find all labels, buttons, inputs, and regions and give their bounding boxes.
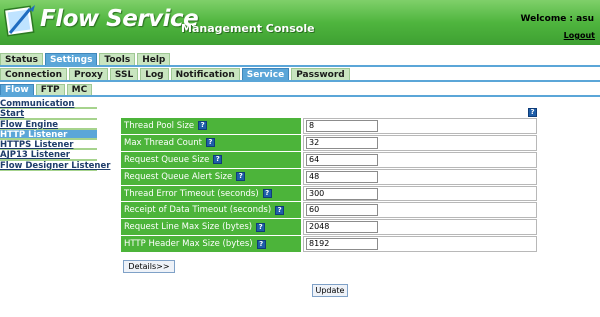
tab-underline (0, 65, 600, 67)
tab-flow[interactable]: Flow (0, 84, 34, 95)
field-label-text: Max Thread Count (124, 137, 202, 148)
form-row: Receipt of Data Timeout (seconds)? 60 (121, 202, 537, 220)
field-label: Request Line Max Size (bytes)? (121, 219, 303, 236)
form-row: Request Queue Size? 64 (121, 151, 537, 169)
field-cell: 48 (303, 168, 537, 185)
sidebar-item-start[interactable]: Start (0, 109, 97, 120)
field-cell: 60 (303, 202, 537, 219)
update-button[interactable]: Update (312, 284, 348, 297)
form-row: Max Thread Count? 32 (121, 134, 537, 152)
field-cell: 2048 (303, 219, 537, 236)
field-cell: 8 (303, 118, 537, 134)
help-icon[interactable]: ? (528, 108, 537, 117)
field-label-text: Receipt of Data Timeout (seconds) (124, 205, 272, 216)
details-button[interactable]: Details>> (123, 260, 175, 273)
field-label-text: Thread Pool Size (124, 120, 195, 131)
max-thread-count-input[interactable]: 32 (306, 136, 378, 149)
sidebar-nav: Communication Start Flow Engine HTTP Lis… (0, 99, 110, 172)
field-label-text: HTTP Header Max Size (bytes) (124, 239, 253, 250)
receipt-of-data-timeout-input[interactable]: 60 (306, 204, 378, 217)
flow-logo-icon (4, 5, 35, 37)
tab-notification[interactable]: Notification (170, 68, 240, 80)
field-label: Receipt of Data Timeout (seconds)? (121, 202, 303, 219)
field-label: Request Queue Size? (121, 151, 303, 168)
field-label-text: Request Queue Alert Size (124, 171, 233, 182)
tab-settings[interactable]: Settings (44, 53, 98, 65)
tab-status[interactable]: Status (0, 53, 43, 65)
welcome-text: Welcome : asu (520, 14, 595, 24)
field-label-text: Request Line Max Size (bytes) (124, 222, 253, 233)
field-cell: 300 (303, 185, 537, 202)
tab-service[interactable]: Service (241, 68, 290, 80)
request-line-max-size-input[interactable]: 2048 (306, 221, 378, 234)
tab-tools[interactable]: Tools (99, 53, 136, 65)
help-icon[interactable]: ? (213, 155, 223, 165)
help-icon[interactable]: ? (236, 172, 246, 182)
form-row: Thread Error Timeout (seconds)? 300 (121, 185, 537, 203)
sidebar-item-flow-designer-listener[interactable]: Flow Designer Listener (0, 161, 110, 172)
request-queue-size-input[interactable]: 64 (306, 153, 378, 166)
tertiary-tabs: Flow FTP MC (0, 84, 94, 95)
primary-tabs: Status Settings Tools Help (0, 53, 172, 65)
tab-password[interactable]: Password (291, 68, 350, 80)
help-icon[interactable]: ? (256, 239, 266, 249)
form-row: HTTP Header Max Size (bytes)? 8192 (121, 236, 537, 254)
tab-ftp[interactable]: FTP (35, 84, 65, 95)
request-queue-alert-size-input[interactable]: 48 (306, 170, 378, 183)
field-cell: 8192 (303, 236, 537, 253)
tab-proxy[interactable]: Proxy (69, 68, 108, 80)
page: Flow Service Management Console Welcome … (0, 0, 600, 317)
tab-connection[interactable]: Connection (0, 68, 68, 80)
field-label: Request Queue Alert Size? (121, 168, 303, 185)
field-label-text: Thread Error Timeout (seconds) (124, 188, 259, 199)
field-cell: 64 (303, 151, 537, 168)
field-label: Max Thread Count? (121, 134, 303, 151)
sidebar-item-communication[interactable]: Communication (0, 99, 97, 110)
tab-ssl[interactable]: SSL (109, 68, 139, 80)
tab-underline (0, 80, 600, 82)
form-row: Request Line Max Size (bytes)? 2048 (121, 219, 537, 237)
tab-log[interactable]: Log (140, 68, 169, 80)
sidebar-item-http-listener[interactable]: HTTP Listener (0, 129, 97, 141)
thread-error-timeout-input[interactable]: 300 (306, 187, 378, 200)
tab-underline (0, 95, 600, 97)
sidebar-item-ajp13-listener[interactable]: AJP13 Listener (0, 150, 97, 161)
tab-mc[interactable]: MC (66, 84, 93, 95)
help-icon[interactable]: ? (256, 222, 266, 232)
sidebar-item-flow-engine[interactable]: Flow Engine (0, 120, 97, 130)
help-icon[interactable]: ? (205, 138, 215, 148)
form-row: Request Queue Alert Size? 48 (121, 168, 537, 186)
thread-pool-size-input[interactable]: 8 (306, 119, 378, 132)
help-icon[interactable]: ? (275, 205, 285, 215)
http-header-max-size-input[interactable]: 8192 (306, 238, 378, 251)
help-icon[interactable]: ? (198, 121, 208, 131)
field-label: Thread Pool Size? (121, 118, 303, 134)
field-label: Thread Error Timeout (seconds)? (121, 185, 303, 202)
secondary-tabs: Connection Proxy SSL Log Notification Se… (0, 68, 352, 80)
sidebar-item-https-listener[interactable]: HTTPS Listener (0, 140, 97, 151)
brand-subtitle: Management Console (181, 22, 315, 35)
brand-title: Flow Service (40, 6, 199, 32)
help-icon[interactable]: ? (262, 189, 272, 198)
settings-form: Thread Pool Size? 8 Max Thread Count? 32… (121, 118, 537, 254)
field-label: HTTP Header Max Size (bytes)? (121, 236, 303, 253)
field-label-text: Request Queue Size (124, 154, 210, 165)
tab-help[interactable]: Help (137, 53, 171, 65)
logout-link[interactable]: Logout (564, 31, 595, 40)
form-row: Thread Pool Size? 8 (121, 118, 537, 135)
app-header: Flow Service Management Console Welcome … (0, 0, 600, 45)
field-cell: 32 (303, 134, 537, 151)
